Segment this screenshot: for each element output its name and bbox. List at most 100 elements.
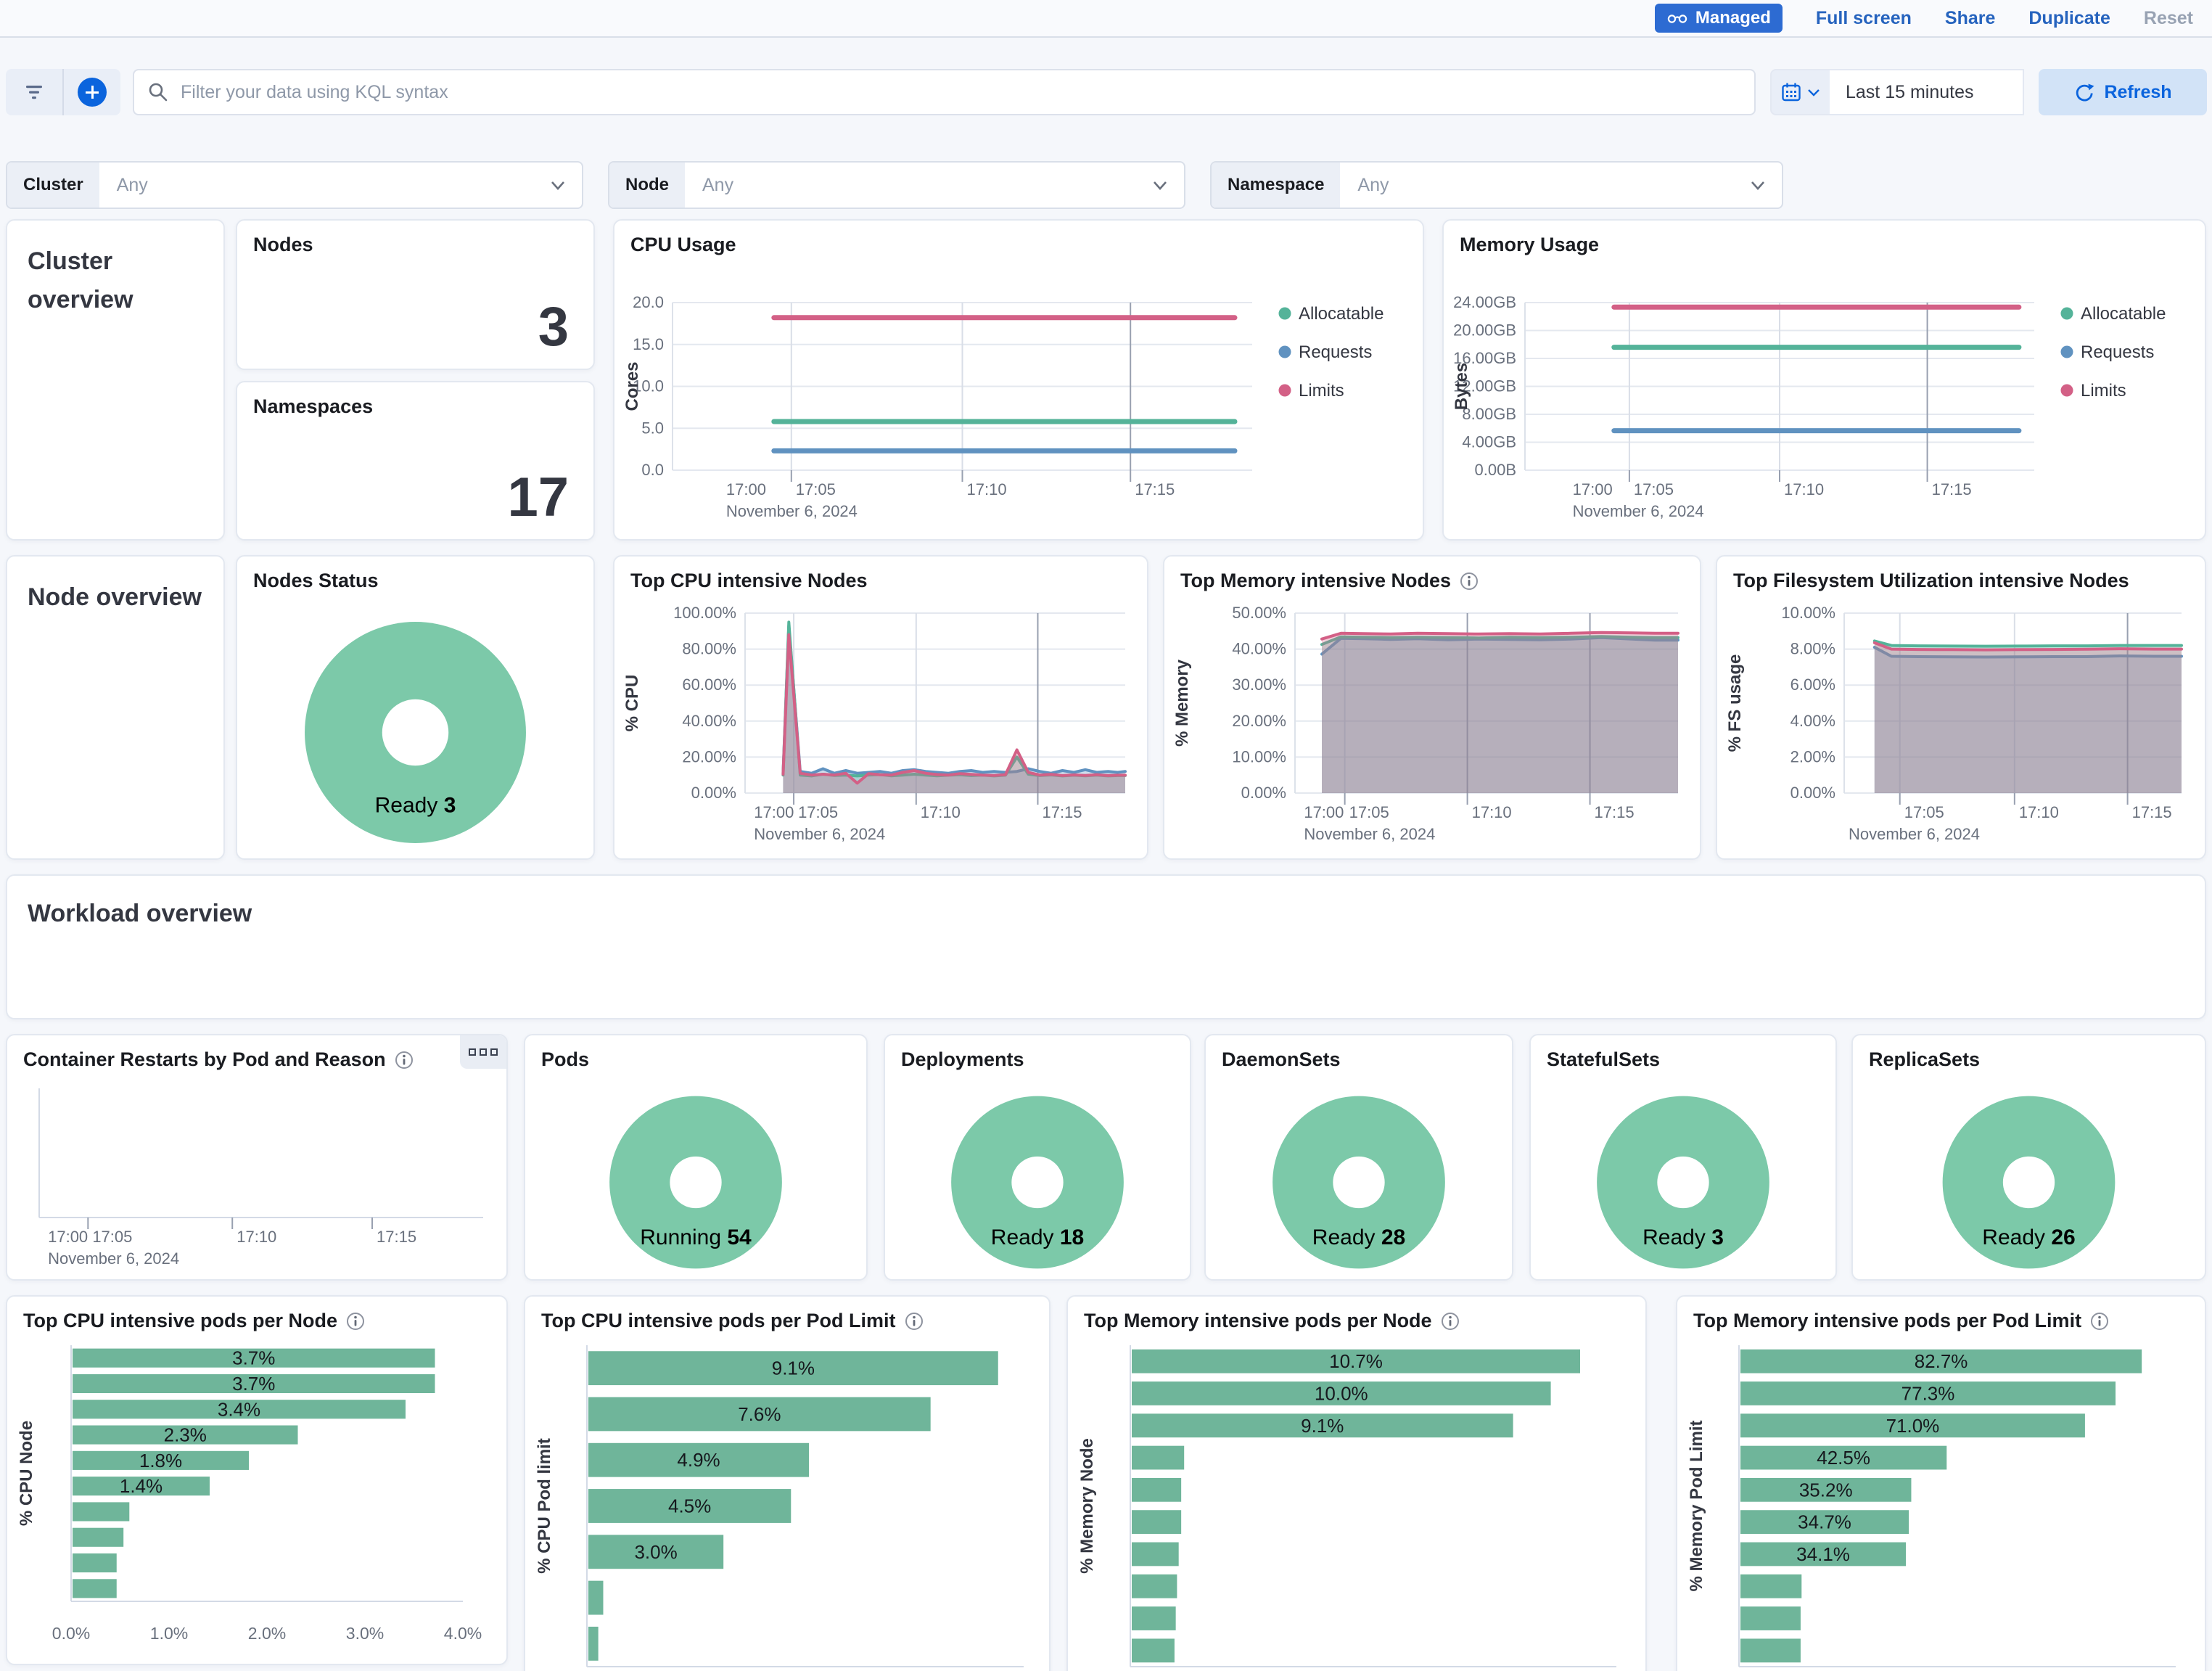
glasses-icon: [1666, 12, 1688, 25]
top_fs_nodes-svg: 0.00%2.00%4.00%6.00%8.00%10.00%17:0517:1…: [1717, 595, 2205, 858]
svg-text:20.0: 20.0: [633, 293, 664, 311]
svg-text:November 6, 2024: November 6, 2024: [726, 502, 858, 520]
statefulsets-panel: StatefulSets Ready 3: [1529, 1034, 1837, 1281]
svg-text:40.00%: 40.00%: [682, 712, 736, 730]
memory-usage-title: Memory Usage: [1460, 234, 1599, 256]
svg-text:Allocatable: Allocatable: [1299, 304, 1383, 324]
top-cpu-pods-node-panel: Top CPU intensive pods per Node 3.7%3.7%…: [6, 1295, 508, 1665]
svg-text:20.00GB: 20.00GB: [1453, 321, 1516, 340]
cluster-filter-dropdown[interactable]: Cluster Any: [6, 161, 583, 209]
panel-options-icon: [469, 1048, 476, 1056]
query-controls: [6, 69, 120, 115]
svg-text:Ready 18: Ready 18: [991, 1225, 1084, 1249]
svg-text:% FS usage: % FS usage: [1725, 654, 1745, 752]
workload-overview-heading: Workload overview: [7, 876, 2205, 952]
svg-text:17:05: 17:05: [796, 480, 836, 498]
kql-search-input[interactable]: [179, 81, 1741, 104]
svg-text:17:10: 17:10: [1784, 480, 1824, 498]
info-icon[interactable]: [2090, 1312, 2109, 1331]
info-icon[interactable]: [395, 1051, 414, 1069]
svg-text:71.0%: 71.0%: [1886, 1415, 1940, 1437]
top-mem-pods-limit-chart: 82.7%77.3%71.0%42.5%35.2%34.7%34.1%% Mem…: [1677, 1335, 2205, 1671]
kql-search-bar: [133, 69, 1756, 115]
svg-text:0.0%: 0.0%: [52, 1624, 90, 1643]
svg-text:15.0: 15.0: [633, 335, 664, 353]
top-fs-nodes-chart: 0.00%2.00%4.00%6.00%8.00%10.00%17:0517:1…: [1717, 595, 2205, 858]
info-icon[interactable]: [1441, 1312, 1460, 1331]
info-icon[interactable]: [1460, 572, 1479, 591]
share-button[interactable]: Share: [1945, 8, 1995, 29]
info-icon[interactable]: [346, 1312, 365, 1331]
top-cpu-nodes-title: Top CPU intensive Nodes: [630, 570, 868, 592]
time-range-value[interactable]: Last 15 minutes: [1830, 70, 2023, 114]
svg-text:20.00%: 20.00%: [682, 747, 736, 765]
daemonsets-panel: DaemonSets Ready 28: [1204, 1034, 1513, 1281]
svg-text:% CPU Node: % CPU Node: [17, 1421, 36, 1526]
info-icon[interactable]: [905, 1312, 924, 1331]
managed-badge[interactable]: Managed: [1655, 4, 1783, 33]
svg-text:November 6, 2024: November 6, 2024: [48, 1249, 179, 1268]
kubernetes-dashboard: Managed Full screen Share Duplicate Rese…: [0, 0, 2212, 1671]
reset-button[interactable]: Reset: [2144, 8, 2193, 29]
svg-text:5.0: 5.0: [641, 419, 664, 437]
svg-text:17:05: 17:05: [1634, 480, 1674, 498]
svg-text:Running 54: Running 54: [640, 1225, 752, 1249]
top_cpu_nodes-svg: 0.00%20.00%40.00%60.00%80.00%100.00%17:0…: [614, 595, 1147, 858]
svg-text:80.00%: 80.00%: [682, 640, 736, 658]
chevron-down-icon: [1806, 87, 1821, 97]
refresh-icon: [2073, 81, 2095, 103]
time-picker: Last 15 minutes: [1770, 69, 2024, 115]
node-filter-dropdown[interactable]: Node Any: [608, 161, 1185, 209]
memory-usage-chart: 0.00B4.00GB8.00GB12.00GB16.00GB20.00GB24…: [1444, 259, 2205, 539]
full-screen-button[interactable]: Full screen: [1816, 8, 1912, 29]
duplicate-button[interactable]: Duplicate: [2028, 8, 2110, 29]
namespaces-metric-panel: Namespaces 17: [236, 381, 595, 541]
svg-text:0.00%: 0.00%: [1241, 784, 1286, 802]
svg-text:100.00%: 100.00%: [673, 604, 736, 622]
pods-title: Pods: [541, 1048, 589, 1071]
deployments-svg: Ready 18: [885, 1074, 1190, 1279]
svg-text:10.7%: 10.7%: [1329, 1350, 1383, 1372]
replicasets-svg: Ready 26: [1853, 1074, 2205, 1279]
calendar-icon: [1780, 81, 1802, 103]
nodes-metric-value: 3: [538, 295, 569, 358]
nodes-status-panel: Nodes Status Ready 3: [236, 555, 595, 860]
node-filter-label: Node: [609, 163, 685, 208]
svg-text:3.0%: 3.0%: [346, 1624, 384, 1643]
svg-text:4.5%: 4.5%: [668, 1495, 711, 1517]
svg-text:40.00%: 40.00%: [1232, 640, 1286, 658]
top-cpu-pods-limit-panel: Top CPU intensive pods per Pod Limit 9.1…: [524, 1295, 1051, 1671]
svg-text:Cores: Cores: [622, 361, 642, 411]
chevron-down-icon: [1748, 178, 1767, 192]
svg-text:77.3%: 77.3%: [1901, 1382, 1955, 1404]
namespace-filter-dropdown[interactable]: Namespace Any: [1210, 161, 1783, 209]
container_restarts-svg: 17:0017:0517:1017:15November 6, 2024: [7, 1074, 506, 1279]
node-filter-value: Any: [685, 163, 1151, 208]
managed-label: Managed: [1695, 8, 1771, 28]
svg-text:0.00%: 0.00%: [691, 784, 736, 802]
svg-text:Allocatable: Allocatable: [2081, 304, 2166, 324]
svg-text:8.00%: 8.00%: [1790, 640, 1835, 658]
svg-text:Ready 26: Ready 26: [1982, 1225, 2075, 1249]
chevron-down-icon: [548, 178, 567, 192]
svg-text:35.2%: 35.2%: [1799, 1479, 1853, 1500]
top-cpu-pods-node-title: Top CPU intensive pods per Node: [23, 1310, 337, 1332]
node-overview-heading: Node overview: [7, 557, 223, 639]
top-mem-pods-node-panel: Top Memory intensive pods per Node 10.7%…: [1066, 1295, 1647, 1671]
svg-text:17:00: 17:00: [48, 1228, 88, 1246]
replicasets-title: ReplicaSets: [1869, 1048, 1980, 1071]
container-restarts-title: Container Restarts by Pod and Reason: [23, 1048, 386, 1071]
svg-text:Bytes: Bytes: [1452, 363, 1471, 410]
svg-text:82.7%: 82.7%: [1915, 1350, 1968, 1372]
top-cpu-pods-limit-title: Top CPU intensive pods per Pod Limit: [541, 1310, 896, 1332]
calendar-button[interactable]: [1772, 70, 1830, 114]
svg-text:4.0%: 4.0%: [444, 1624, 482, 1643]
svg-text:3.7%: 3.7%: [232, 1373, 275, 1395]
refresh-button[interactable]: Refresh: [2039, 69, 2207, 115]
panel-options-button[interactable]: [460, 1035, 506, 1069]
svg-text:Ready 3: Ready 3: [1642, 1225, 1724, 1249]
add-filter-button[interactable]: [62, 69, 120, 115]
filter-settings-button[interactable]: [6, 69, 62, 115]
svg-text:3.0%: 3.0%: [634, 1541, 677, 1563]
svg-text:17:00: 17:00: [1304, 803, 1344, 821]
